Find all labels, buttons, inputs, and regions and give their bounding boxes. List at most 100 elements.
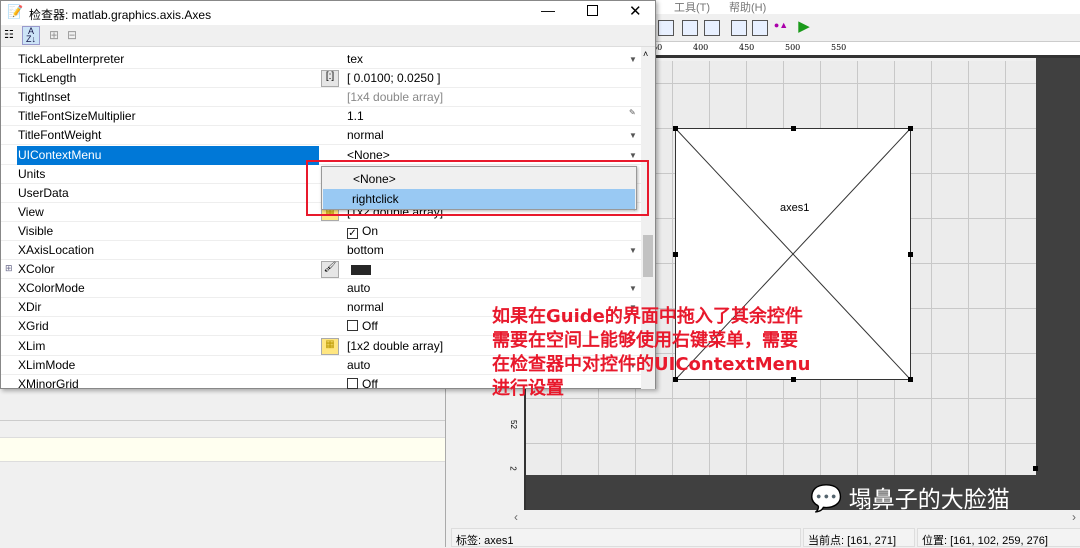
tab-order-icon[interactable] bbox=[682, 20, 698, 36]
checkbox[interactable]: ✓ bbox=[347, 227, 358, 239]
property-row[interactable]: TightInset [1x4 double array] bbox=[1, 88, 641, 108]
ruler-tick: 400 bbox=[693, 43, 709, 52]
inspector-icon[interactable] bbox=[752, 20, 768, 36]
property-value[interactable] bbox=[347, 262, 371, 278]
property-row[interactable]: TickLabelInterpreter tex ▼ bbox=[1, 50, 641, 69]
property-value[interactable]: [1x4 double array] bbox=[347, 90, 443, 104]
axes-label: axes1 bbox=[778, 202, 812, 214]
property-value[interactable]: Off bbox=[347, 377, 378, 389]
expand-icon[interactable]: ⊞ bbox=[5, 263, 13, 274]
property-name: Units bbox=[18, 166, 46, 181]
menu-help[interactable]: 帮助(H) bbox=[729, 0, 766, 15]
property-value[interactable]: [ 0.0100; 0.0250 ] bbox=[347, 71, 440, 85]
property-editor-button[interactable]: ▦ bbox=[321, 337, 339, 355]
annotation-text: 如果在Guide的界面中拖入了其余控件 需要在空间上能够使用右键菜单，需要 在检… bbox=[492, 305, 810, 401]
ruler-tick: 500 bbox=[785, 43, 801, 52]
dropdown-arrow-icon[interactable]: ▼ bbox=[629, 131, 637, 140]
color-swatch[interactable] bbox=[351, 265, 371, 276]
dropdown-arrow-icon[interactable]: ▼ bbox=[629, 151, 637, 160]
property-row[interactable]: TitleFontSizeMultiplier 1.1 ✎ bbox=[1, 107, 641, 127]
mfile-editor-icon[interactable] bbox=[731, 20, 747, 36]
dropdown-arrow-icon[interactable]: ▼ bbox=[629, 284, 637, 293]
ruler-tick: 450 bbox=[739, 43, 755, 52]
property-name: XMinorGrid bbox=[18, 376, 79, 389]
property-name: UserData bbox=[18, 185, 69, 200]
checkbox[interactable] bbox=[347, 377, 358, 389]
ruler-tick: 550 bbox=[831, 43, 847, 52]
property-row[interactable]: TickLength [:] [ 0.0100; 0.0250 ] bbox=[1, 69, 641, 89]
selection-handle[interactable] bbox=[673, 252, 678, 257]
watermark-text: 塌鼻子的大脸猫 bbox=[848, 486, 1010, 512]
wechat-icon: 💬 bbox=[810, 483, 843, 513]
ruler-tick: 52 bbox=[508, 420, 518, 429]
selection-handle[interactable] bbox=[908, 126, 913, 131]
annotation-line: 进行设置 bbox=[492, 378, 564, 399]
expand-all-icon[interactable]: ⊞ bbox=[49, 28, 59, 42]
property-name: XAxisLocation bbox=[18, 243, 95, 257]
ruler-tick: 2 bbox=[508, 466, 518, 471]
property-row[interactable]: XAxisLocation bottom ▼ bbox=[1, 241, 641, 260]
property-value[interactable]: auto bbox=[347, 281, 370, 295]
property-row[interactable]: Visible ✓ On bbox=[1, 222, 641, 241]
command-line-area[interactable] bbox=[0, 437, 445, 462]
scroll-right-icon[interactable]: › bbox=[1072, 510, 1076, 524]
property-name: UIContextMenu bbox=[17, 145, 319, 165]
minimize-button[interactable]: — bbox=[541, 2, 555, 18]
collapse-all-icon[interactable]: ⊟ bbox=[67, 28, 77, 42]
scrollbar-thumb[interactable] bbox=[643, 235, 653, 277]
background-panel bbox=[0, 388, 445, 547]
annotation-line: 如果在Guide的界面中拖入了其余控件 bbox=[492, 306, 803, 327]
highlight-box bbox=[306, 160, 649, 216]
property-value[interactable]: 1.1 bbox=[347, 109, 364, 123]
property-name: TightInset bbox=[18, 90, 71, 105]
property-name: TickLabelInterpreter bbox=[18, 52, 125, 66]
pencil-icon[interactable]: ✎ bbox=[629, 108, 636, 117]
status-current-point: 当前点: [161, 271] bbox=[803, 528, 915, 547]
property-editor-button[interactable]: 🖌 bbox=[321, 261, 339, 279]
categorized-icon[interactable]: ☷ bbox=[4, 28, 14, 41]
inspector-app-icon: 📝 bbox=[7, 4, 24, 19]
property-row[interactable]: TitleFontWeight normal ▼ bbox=[1, 126, 641, 146]
scroll-left-icon[interactable]: ‹ bbox=[514, 510, 518, 524]
run-icon[interactable]: ▶ bbox=[796, 17, 812, 35]
sort-alphabetical-icon[interactable]: A Z↓ bbox=[22, 26, 40, 45]
property-editor-button[interactable]: [:] bbox=[321, 70, 339, 88]
status-tag: 标签: axes1 bbox=[451, 528, 801, 547]
property-value[interactable]: auto bbox=[347, 358, 370, 372]
property-value[interactable]: normal bbox=[347, 300, 384, 314]
selection-handle[interactable] bbox=[673, 126, 678, 131]
object-browser-icon[interactable]: ●▲ bbox=[773, 20, 789, 36]
menu-tools[interactable]: 工具(T) bbox=[674, 0, 710, 15]
editor-icon[interactable] bbox=[658, 20, 674, 36]
property-name: XColor bbox=[18, 262, 55, 277]
property-value[interactable]: bottom bbox=[347, 243, 384, 257]
property-value[interactable]: [1x2 double array] bbox=[347, 339, 443, 353]
dropdown-arrow-icon[interactable]: ▼ bbox=[629, 55, 637, 64]
selection-handle[interactable] bbox=[908, 377, 913, 382]
canvas-outside bbox=[1036, 58, 1080, 510]
property-name: TitleFontSizeMultiplier bbox=[18, 109, 136, 124]
checkbox[interactable] bbox=[347, 320, 358, 332]
maximize-button[interactable] bbox=[587, 5, 598, 16]
property-name: View bbox=[18, 204, 44, 219]
property-value[interactable]: ✓ On bbox=[347, 224, 378, 239]
selection-handle[interactable] bbox=[791, 126, 796, 131]
property-name: XLimMode bbox=[18, 357, 76, 372]
title-bar: 📝 检查器: matlab.graphics.axis.Axes — ✕ bbox=[1, 1, 655, 25]
property-value[interactable]: tex bbox=[347, 52, 363, 66]
annotation-line: 需要在空间上能够使用右键菜单，需要 bbox=[492, 330, 798, 351]
toolbar-editor-icon[interactable] bbox=[704, 20, 720, 36]
scroll-up-icon[interactable]: ˄ bbox=[643, 49, 648, 59]
property-row[interactable]: XColorMode auto ▼ bbox=[1, 279, 641, 299]
resize-handle[interactable] bbox=[1033, 466, 1038, 471]
close-button[interactable]: ✕ bbox=[629, 2, 642, 20]
property-row[interactable]: XColor ⊞ 🖌 bbox=[1, 260, 641, 280]
property-value[interactable]: Off bbox=[347, 319, 378, 333]
checkbox-label: Off bbox=[362, 376, 378, 389]
status-bar: 标签: axes1 当前点: [161, 271] 位置: [161, 102,… bbox=[446, 527, 1080, 547]
property-name: XGrid bbox=[18, 319, 49, 334]
dropdown-arrow-icon[interactable]: ▼ bbox=[629, 246, 637, 255]
property-name: TickLength bbox=[18, 71, 77, 86]
property-value[interactable]: normal bbox=[347, 128, 384, 142]
selection-handle[interactable] bbox=[908, 252, 913, 257]
